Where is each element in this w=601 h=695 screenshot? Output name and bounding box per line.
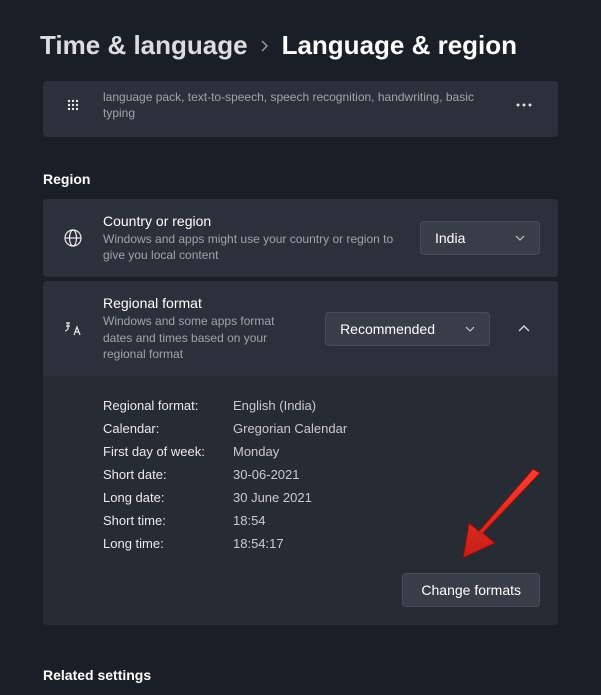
related-settings-header: Related settings bbox=[0, 629, 601, 695]
regional-format-desc: Windows and some apps format dates and t… bbox=[103, 313, 307, 362]
detail-value: 18:54:17 bbox=[233, 536, 284, 551]
country-dropdown[interactable]: India bbox=[420, 221, 540, 255]
regional-format-dropdown-value: Recommended bbox=[340, 321, 435, 337]
collapse-button[interactable] bbox=[508, 313, 540, 345]
detail-label: Short time: bbox=[103, 513, 233, 528]
chevron-down-icon bbox=[515, 235, 525, 241]
detail-value: English (India) bbox=[233, 398, 316, 413]
regional-format-dropdown[interactable]: Recommended bbox=[325, 312, 490, 346]
detail-value: Monday bbox=[233, 444, 279, 459]
more-options-button[interactable] bbox=[508, 103, 540, 107]
chevron-right-icon bbox=[260, 39, 270, 53]
country-title: Country or region bbox=[103, 213, 402, 229]
country-region-card: Country or region Windows and apps might… bbox=[43, 199, 558, 277]
globe-icon bbox=[61, 228, 85, 248]
region-section-header: Region bbox=[0, 141, 601, 199]
language-format-icon bbox=[61, 320, 85, 338]
detail-row: Calendar: Gregorian Calendar bbox=[103, 417, 540, 440]
detail-row: Short date: 30-06-2021 bbox=[103, 463, 540, 486]
breadcrumb: Time & language Language & region bbox=[0, 0, 601, 81]
detail-label: Regional format: bbox=[103, 398, 233, 413]
detail-label: Short date: bbox=[103, 467, 233, 482]
detail-value: 18:54 bbox=[233, 513, 266, 528]
country-desc: Windows and apps might use your country … bbox=[103, 231, 402, 263]
detail-row: Regional format: English (India) bbox=[103, 394, 540, 417]
detail-row: Long date: 30 June 2021 bbox=[103, 486, 540, 509]
detail-label: Long time: bbox=[103, 536, 233, 551]
detail-row: First day of week: Monday bbox=[103, 440, 540, 463]
regional-format-title: Regional format bbox=[103, 295, 307, 311]
detail-value: 30 June 2021 bbox=[233, 490, 312, 505]
regional-format-card: Regional format Windows and some apps fo… bbox=[43, 281, 558, 376]
detail-label: Long date: bbox=[103, 490, 233, 505]
drag-handle-icon[interactable] bbox=[61, 98, 85, 112]
breadcrumb-parent[interactable]: Time & language bbox=[40, 30, 248, 61]
detail-label: First day of week: bbox=[103, 444, 233, 459]
regional-format-details: Regional format: English (India) Calenda… bbox=[43, 376, 558, 625]
detail-row: Short time: 18:54 bbox=[103, 509, 540, 532]
language-card[interactable]: language pack, text-to-speech, speech re… bbox=[43, 81, 558, 137]
language-features-text: language pack, text-to-speech, speech re… bbox=[103, 89, 490, 121]
chevron-down-icon bbox=[465, 326, 475, 332]
detail-value: Gregorian Calendar bbox=[233, 421, 347, 436]
detail-label: Calendar: bbox=[103, 421, 233, 436]
detail-value: 30-06-2021 bbox=[233, 467, 300, 482]
change-formats-button[interactable]: Change formats bbox=[402, 573, 540, 607]
breadcrumb-current: Language & region bbox=[282, 30, 517, 61]
detail-row: Long time: 18:54:17 bbox=[103, 532, 540, 555]
country-dropdown-value: India bbox=[435, 230, 465, 246]
